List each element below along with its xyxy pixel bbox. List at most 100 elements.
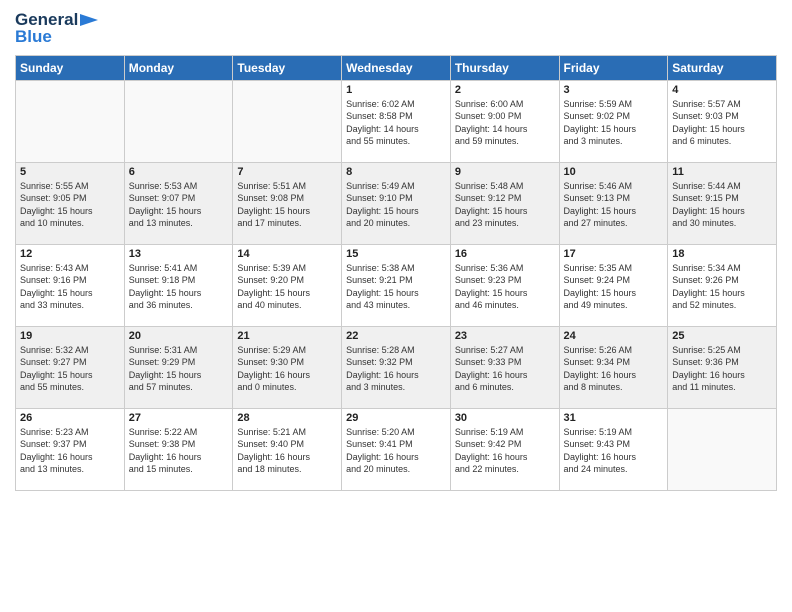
day-number: 19 <box>20 330 120 342</box>
day-number: 28 <box>237 412 337 424</box>
calendar-cell: 19 Sunrise: 5:32 AM Sunset: 9:27 PM Dayli… <box>16 326 125 408</box>
day-number: 30 <box>455 412 555 424</box>
calendar-cell: 11Sunrise: 5:44 AM Sunset: 9:15 PM Dayli… <box>668 162 777 244</box>
weekday-header: Wednesday <box>342 55 451 80</box>
day-number: 23 <box>455 330 555 342</box>
day-number: 26 <box>20 412 120 424</box>
day-number: 20 <box>129 330 229 342</box>
day-number: 2 <box>455 84 555 96</box>
day-info: Sunrise: 5:38 AM Sunset: 9:21 PM Dayligh… <box>346 262 446 312</box>
day-number: 12 <box>20 248 120 260</box>
calendar-cell: 18 Sunrise: 5:34 AM Sunset: 9:26 PM Dayli… <box>668 244 777 326</box>
calendar-cell: 9 Sunrise: 5:48 AM Sunset: 9:12 PM Daylig… <box>450 162 559 244</box>
calendar-cell: 12Sunrise: 5:43 AM Sunset: 9:16 PM Dayli… <box>16 244 125 326</box>
day-info: Sunrise: 5:25 AM Sunset: 9:36 PM Dayligh… <box>672 344 772 394</box>
day-number: 5 <box>20 166 120 178</box>
calendar-week-row: 19 Sunrise: 5:32 AM Sunset: 9:27 PM Dayli… <box>16 326 777 408</box>
weekday-header: Saturday <box>668 55 777 80</box>
calendar-body: 1Sunrise: 6:02 AM Sunset: 8:58 PM Daylig… <box>16 80 777 490</box>
day-number: 9 <box>455 166 555 178</box>
calendar-cell: 7Sunrise: 5:51 AM Sunset: 9:08 PM Daylig… <box>233 162 342 244</box>
calendar-cell: 8 Sunrise: 5:49 AM Sunset: 9:10 PM Daylig… <box>342 162 451 244</box>
calendar-cell: 28 Sunrise: 5:21 AM Sunset: 9:40 PM Dayli… <box>233 408 342 490</box>
calendar-week-row: 26 Sunrise: 5:23 AM Sunset: 9:37 PM Dayli… <box>16 408 777 490</box>
logo-text: General Blue <box>15 10 98 47</box>
day-number: 7 <box>237 166 337 178</box>
day-info: Sunrise: 5:59 AM Sunset: 9:02 PM Dayligh… <box>564 98 664 148</box>
day-number: 1 <box>346 84 446 96</box>
calendar-week-row: 5 Sunrise: 5:55 AM Sunset: 9:05 PM Daylig… <box>16 162 777 244</box>
day-info: Sunrise: 5:29 AM Sunset: 9:30 PM Dayligh… <box>237 344 337 394</box>
day-info: Sunrise: 5:27 AM Sunset: 9:33 PM Dayligh… <box>455 344 555 394</box>
day-number: 25 <box>672 330 772 342</box>
day-info: Sunrise: 5:36 AM Sunset: 9:23 PM Dayligh… <box>455 262 555 312</box>
calendar-table: SundayMondayTuesdayWednesdayThursdayFrid… <box>15 55 777 491</box>
calendar-cell <box>16 80 125 162</box>
day-info: Sunrise: 5:28 AM Sunset: 9:32 PM Dayligh… <box>346 344 446 394</box>
day-info: Sunrise: 5:39 AM Sunset: 9:20 PM Dayligh… <box>237 262 337 312</box>
calendar-cell <box>124 80 233 162</box>
calendar-cell: 26 Sunrise: 5:23 AM Sunset: 9:37 PM Dayli… <box>16 408 125 490</box>
calendar-cell: 25 Sunrise: 5:25 AM Sunset: 9:36 PM Dayli… <box>668 326 777 408</box>
weekday-header: Friday <box>559 55 668 80</box>
day-info: Sunrise: 5:34 AM Sunset: 9:26 PM Dayligh… <box>672 262 772 312</box>
calendar-cell <box>233 80 342 162</box>
day-info: Sunrise: 5:44 AM Sunset: 9:15 PM Dayligh… <box>672 180 772 230</box>
day-info: Sunrise: 5:53 AM Sunset: 9:07 PM Dayligh… <box>129 180 229 230</box>
calendar-cell: 29 Sunrise: 5:20 AM Sunset: 9:41 PM Dayli… <box>342 408 451 490</box>
day-info: Sunrise: 5:23 AM Sunset: 9:37 PM Dayligh… <box>20 426 120 476</box>
calendar-cell: 3 Sunrise: 5:59 AM Sunset: 9:02 PM Daylig… <box>559 80 668 162</box>
day-info: Sunrise: 5:46 AM Sunset: 9:13 PM Dayligh… <box>564 180 664 230</box>
day-number: 10 <box>564 166 664 178</box>
day-info: Sunrise: 5:57 AM Sunset: 9:03 PM Dayligh… <box>672 98 772 148</box>
day-number: 31 <box>564 412 664 424</box>
weekday-row: SundayMondayTuesdayWednesdayThursdayFrid… <box>16 55 777 80</box>
day-number: 15 <box>346 248 446 260</box>
calendar-cell: 16 Sunrise: 5:36 AM Sunset: 9:23 PM Dayli… <box>450 244 559 326</box>
day-info: Sunrise: 5:20 AM Sunset: 9:41 PM Dayligh… <box>346 426 446 476</box>
calendar-cell: 30 Sunrise: 5:19 AM Sunset: 9:42 PM Dayli… <box>450 408 559 490</box>
logo-bird-icon <box>80 10 98 30</box>
calendar-cell: 23 Sunrise: 5:27 AM Sunset: 9:33 PM Dayli… <box>450 326 559 408</box>
day-number: 4 <box>672 84 772 96</box>
calendar-week-row: 1Sunrise: 6:02 AM Sunset: 8:58 PM Daylig… <box>16 80 777 162</box>
logo: General Blue <box>15 10 98 47</box>
calendar-header: SundayMondayTuesdayWednesdayThursdayFrid… <box>16 55 777 80</box>
calendar-cell: 6Sunrise: 5:53 AM Sunset: 9:07 PM Daylig… <box>124 162 233 244</box>
day-info: Sunrise: 5:26 AM Sunset: 9:34 PM Dayligh… <box>564 344 664 394</box>
day-info: Sunrise: 5:32 AM Sunset: 9:27 PM Dayligh… <box>20 344 120 394</box>
calendar-cell: 31Sunrise: 5:19 AM Sunset: 9:43 PM Dayli… <box>559 408 668 490</box>
day-number: 16 <box>455 248 555 260</box>
calendar-cell: 22 Sunrise: 5:28 AM Sunset: 9:32 PM Dayli… <box>342 326 451 408</box>
day-info: Sunrise: 5:22 AM Sunset: 9:38 PM Dayligh… <box>129 426 229 476</box>
day-number: 18 <box>672 248 772 260</box>
calendar-cell: 10 Sunrise: 5:46 AM Sunset: 9:13 PM Dayli… <box>559 162 668 244</box>
calendar-week-row: 12Sunrise: 5:43 AM Sunset: 9:16 PM Dayli… <box>16 244 777 326</box>
calendar-cell: 4 Sunrise: 5:57 AM Sunset: 9:03 PM Daylig… <box>668 80 777 162</box>
day-number: 29 <box>346 412 446 424</box>
day-info: Sunrise: 5:49 AM Sunset: 9:10 PM Dayligh… <box>346 180 446 230</box>
day-info: Sunrise: 5:19 AM Sunset: 9:42 PM Dayligh… <box>455 426 555 476</box>
header: General Blue <box>15 10 777 47</box>
day-number: 22 <box>346 330 446 342</box>
weekday-header: Tuesday <box>233 55 342 80</box>
day-number: 3 <box>564 84 664 96</box>
day-number: 13 <box>129 248 229 260</box>
day-number: 27 <box>129 412 229 424</box>
calendar-cell: 17Sunrise: 5:35 AM Sunset: 9:24 PM Dayli… <box>559 244 668 326</box>
logo-blue: Blue <box>15 28 52 47</box>
calendar-cell <box>668 408 777 490</box>
day-info: Sunrise: 5:55 AM Sunset: 9:05 PM Dayligh… <box>20 180 120 230</box>
calendar-cell: 21Sunrise: 5:29 AM Sunset: 9:30 PM Dayli… <box>233 326 342 408</box>
weekday-header: Sunday <box>16 55 125 80</box>
calendar-cell: 1Sunrise: 6:02 AM Sunset: 8:58 PM Daylig… <box>342 80 451 162</box>
day-info: Sunrise: 6:00 AM Sunset: 9:00 PM Dayligh… <box>455 98 555 148</box>
day-info: Sunrise: 5:31 AM Sunset: 9:29 PM Dayligh… <box>129 344 229 394</box>
day-number: 8 <box>346 166 446 178</box>
day-info: Sunrise: 5:48 AM Sunset: 9:12 PM Dayligh… <box>455 180 555 230</box>
day-info: Sunrise: 5:41 AM Sunset: 9:18 PM Dayligh… <box>129 262 229 312</box>
day-info: Sunrise: 5:21 AM Sunset: 9:40 PM Dayligh… <box>237 426 337 476</box>
calendar-cell: 24Sunrise: 5:26 AM Sunset: 9:34 PM Dayli… <box>559 326 668 408</box>
day-number: 14 <box>237 248 337 260</box>
day-info: Sunrise: 5:35 AM Sunset: 9:24 PM Dayligh… <box>564 262 664 312</box>
